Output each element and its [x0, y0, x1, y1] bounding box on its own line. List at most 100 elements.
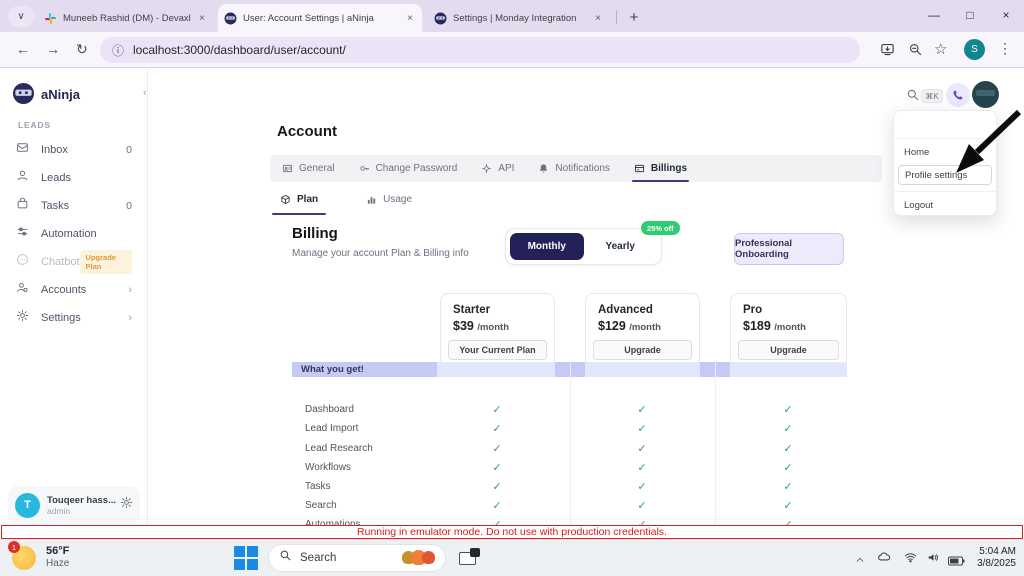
onedrive-cloud-icon[interactable] — [876, 550, 892, 569]
sidebar-item-accounts[interactable]: Accounts › — [0, 278, 148, 302]
tab-search-button[interactable]: ∨ — [8, 6, 34, 27]
page-title: Account — [277, 123, 337, 140]
minimize-icon: — — [928, 8, 940, 22]
billing-card-icon — [634, 163, 645, 174]
user-role: admin — [47, 506, 116, 516]
user-settings-gear-icon[interactable] — [120, 496, 133, 514]
weather-widget[interactable]: 1 — [12, 546, 36, 575]
tab-title: Settings | Monday Integration — [453, 13, 576, 24]
sidebar-collapse-icon[interactable]: ‹ — [143, 87, 147, 99]
professional-onboarding-button[interactable]: Professional Onboarding — [734, 233, 844, 265]
plan-name: Starter — [453, 304, 544, 316]
tab-close-icon[interactable]: × — [592, 13, 604, 24]
browser-tab-2-active[interactable]: User: Account Settings | aNinja × — [218, 4, 422, 32]
zoom-out-icon[interactable] — [908, 42, 923, 62]
tab-close-icon[interactable]: × — [404, 13, 416, 24]
maximize-icon: □ — [966, 8, 973, 22]
app-search-icon[interactable] — [906, 88, 920, 107]
forward-button[interactable]: → — [46, 41, 60, 57]
taskbar-search[interactable]: Search — [268, 544, 446, 572]
yearly-toggle-button[interactable]: Yearly — [584, 233, 658, 260]
bell-icon — [538, 163, 549, 174]
minimize-button[interactable]: — — [916, 0, 952, 30]
upgrade-button[interactable]: Upgrade — [738, 340, 839, 360]
sidebar-item-inbox[interactable]: Inbox 0 — [0, 138, 148, 162]
wifi-icon[interactable] — [903, 551, 918, 569]
forward-icon: → — [46, 41, 60, 57]
new-tab-button[interactable]: + — [624, 7, 644, 27]
back-button[interactable]: ← — [16, 41, 30, 57]
tab-change-password[interactable]: Change Password — [347, 155, 470, 182]
sidebar-item-settings[interactable]: Settings › — [0, 306, 148, 330]
url-text[interactable]: localhost:3000/dashboard/user/account/ — [133, 43, 346, 57]
sidebar-item-leads[interactable]: Leads — [0, 166, 148, 190]
start-button[interactable] — [234, 546, 258, 570]
phone-button[interactable] — [946, 83, 970, 107]
current-plan-button[interactable]: Your Current Plan — [448, 340, 547, 360]
menu-item-home[interactable]: Home — [894, 144, 996, 161]
check-icon: ✓ — [487, 461, 507, 474]
browser-menu-icon[interactable]: ⋮ — [998, 40, 1012, 57]
reload-button[interactable]: ↻ — [76, 41, 88, 58]
upgrade-button[interactable]: Upgrade — [593, 340, 692, 360]
sidebar-item-tasks[interactable]: Tasks 0 — [0, 194, 148, 218]
close-icon: × — [1002, 8, 1009, 22]
check-icon: ✓ — [778, 442, 798, 455]
tab-close-icon[interactable]: × — [196, 13, 208, 24]
check-icon: ✓ — [778, 480, 798, 493]
clock-time: 5:04 AM — [964, 546, 1016, 558]
sidebar-item-automation[interactable]: Automation — [0, 222, 148, 246]
feature-label: Lead Research — [305, 443, 373, 454]
feature-label: Tasks — [305, 481, 331, 492]
chevron-right-icon: › — [128, 312, 132, 324]
menu-item-logout[interactable]: Logout — [894, 197, 996, 214]
menu-divider — [894, 191, 996, 192]
chevron-right-icon: › — [128, 284, 132, 296]
aninja-logo-icon — [12, 82, 35, 110]
upgrade-plan-badge[interactable]: Upgrade Plan — [80, 250, 132, 274]
volume-icon[interactable] — [926, 551, 940, 569]
sidebar-item-label: Automation — [41, 228, 97, 240]
browser-profile-avatar[interactable]: S — [964, 39, 985, 60]
weather-icon: 1 — [12, 546, 36, 570]
subtab-plan-active[interactable]: Plan — [270, 188, 328, 210]
tab-billings-active[interactable]: Billings — [622, 155, 699, 182]
feature-row: Tasks ✓ ✓ ✓ — [292, 477, 847, 496]
subtab-usage[interactable]: Usage — [356, 188, 422, 210]
feature-label: Search — [305, 500, 337, 511]
feature-label: Dashboard — [305, 404, 354, 415]
close-button[interactable]: × — [988, 0, 1024, 30]
billing-subtabs: Plan Usage — [270, 188, 450, 210]
tray-chevron-up-icon[interactable] — [854, 552, 866, 570]
site-info-icon[interactable]: ⓘ — [112, 42, 124, 59]
battery-icon[interactable] — [948, 553, 965, 571]
app-user-avatar[interactable] — [972, 81, 999, 108]
bookmark-star-icon[interactable]: ☆ — [934, 40, 947, 58]
maximize-button[interactable]: □ — [952, 0, 988, 30]
tab-title: User: Account Settings | aNinja — [243, 13, 374, 24]
id-card-icon — [282, 163, 293, 174]
clock-date: 3/8/2025 — [964, 558, 1016, 570]
taskbar-clock[interactable]: 5:04 AM 3/8/2025 — [964, 546, 1016, 570]
address-bar[interactable]: ⓘ localhost:3000/dashboard/user/account/ — [100, 37, 860, 63]
browser-tab-1[interactable]: Muneeb Rashid (DM) - Devaxl × — [38, 5, 214, 32]
sidebar-user-card[interactable]: T Touqeer hass... admin — [8, 486, 140, 524]
sidebar-item-label: Tasks — [41, 200, 69, 212]
inbox-icon — [16, 141, 29, 159]
browser-tab-3[interactable]: Settings | Monday Integration × — [428, 5, 610, 32]
screen: ∨ Muneeb Rashid (DM) - Devaxl × User: Ac… — [0, 0, 1024, 576]
sidebar-item-label: Chatbot — [41, 256, 80, 268]
tab-notifications[interactable]: Notifications — [526, 155, 621, 182]
sidebar-item-chatbot[interactable]: Chatbot Upgrade Plan — [0, 250, 148, 274]
monthly-toggle-button[interactable]: Monthly — [510, 233, 584, 260]
tab-api[interactable]: API — [469, 155, 526, 182]
tab-general[interactable]: General — [270, 155, 347, 182]
task-view-button[interactable] — [452, 543, 482, 573]
feature-row: Lead Research ✓ ✓ ✓ — [292, 439, 847, 458]
install-app-icon[interactable] — [880, 42, 895, 62]
aninja-favicon — [224, 12, 237, 25]
features-band-label-cell: What you get! — [292, 362, 437, 377]
menu-item-profile-settings[interactable]: Profile settings — [898, 165, 992, 185]
plan-price: $39 — [453, 319, 474, 333]
weather-temp: 56°F — [46, 545, 69, 557]
